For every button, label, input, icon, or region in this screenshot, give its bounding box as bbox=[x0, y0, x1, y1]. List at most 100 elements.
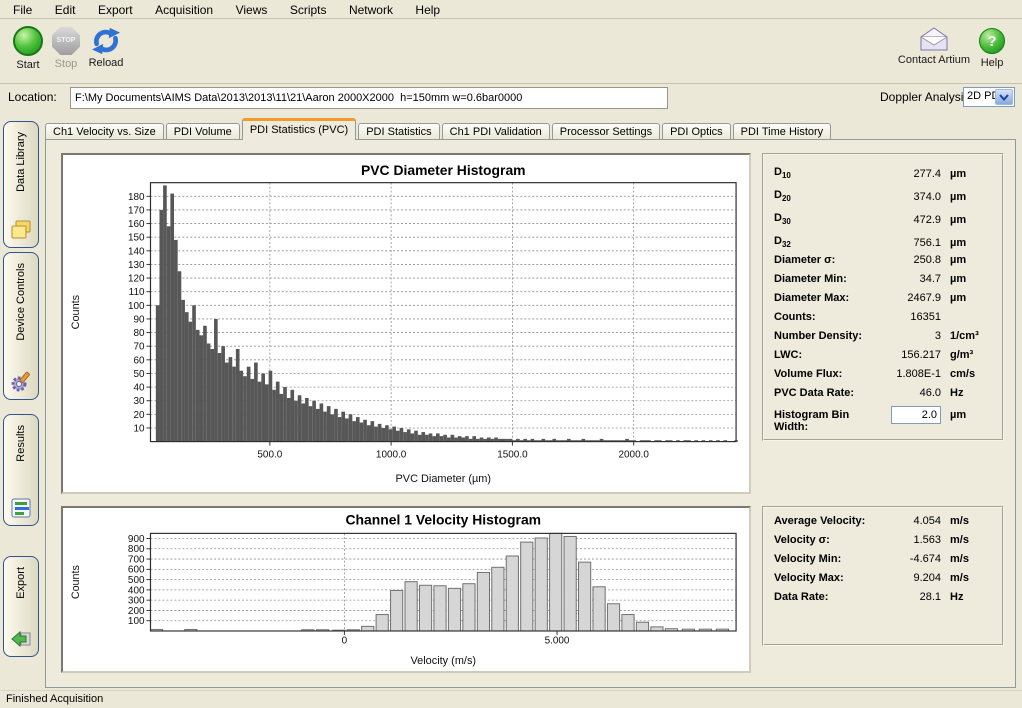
start-icon bbox=[13, 26, 43, 56]
pvc-diameter-histogram-chart: 1020304050607080901001101201301401501601… bbox=[63, 155, 749, 492]
tab-content-panel: 1020304050607080901001101201301401501601… bbox=[45, 139, 1016, 688]
svg-text:800: 800 bbox=[128, 544, 145, 555]
stat-row: Data Rate:28.1Hz bbox=[774, 591, 992, 610]
svg-text:400: 400 bbox=[128, 585, 145, 596]
stop-label: Stop bbox=[48, 58, 84, 70]
velocity-histogram-panel: 10020030040050060070080090005.000Channel… bbox=[61, 506, 751, 673]
stat-label: PVC Data Rate: bbox=[774, 387, 879, 399]
results-label: Results bbox=[15, 425, 27, 462]
stat-label: Data Rate: bbox=[774, 591, 879, 603]
svg-text:180: 180 bbox=[128, 192, 145, 203]
stat-value: 3 bbox=[879, 330, 941, 342]
stat-row: D32756.1µm bbox=[774, 231, 992, 254]
menu-help[interactable]: Help bbox=[406, 1, 449, 20]
stat-row: Volume Flux:1.808E-1cm/s bbox=[774, 368, 992, 387]
svg-text:PVC Diameter Histogram: PVC Diameter Histogram bbox=[361, 162, 526, 178]
help-icon: ? bbox=[979, 28, 1005, 54]
contact-artium-button[interactable]: Contact Artium bbox=[896, 26, 972, 66]
menu-network[interactable]: Network bbox=[340, 1, 402, 20]
menu-edit[interactable]: Edit bbox=[46, 1, 85, 20]
stat-row: Diameter Max:2467.9µm bbox=[774, 292, 992, 311]
stat-value: 28.1 bbox=[879, 591, 941, 603]
stat-unit: µm bbox=[941, 273, 992, 285]
stat-unit: m/s bbox=[941, 534, 992, 546]
stat-unit: µm bbox=[941, 168, 992, 180]
data-library-label: Data Library bbox=[15, 132, 27, 192]
svg-text:150: 150 bbox=[128, 233, 145, 244]
stat-unit: m/s bbox=[941, 515, 992, 527]
svg-text:600: 600 bbox=[128, 565, 145, 576]
svg-text:500: 500 bbox=[128, 575, 145, 586]
stat-value: 16351 bbox=[879, 311, 941, 323]
chevron-down-icon[interactable] bbox=[995, 89, 1013, 105]
stat-label: Diameter Max: bbox=[774, 292, 879, 304]
location-input[interactable] bbox=[70, 87, 668, 109]
velocity-statistics-panel: Average Velocity:4.054m/sVelocity σ:1.56… bbox=[762, 506, 1004, 646]
stat-value: 756.1 bbox=[879, 237, 941, 249]
svg-text:170: 170 bbox=[128, 205, 145, 216]
stat-row: Diameter σ:250.8µm bbox=[774, 254, 992, 273]
stat-value: 277.4 bbox=[879, 168, 941, 180]
svg-text:30: 30 bbox=[133, 396, 145, 407]
menu-scripts[interactable]: Scripts bbox=[281, 1, 336, 20]
svg-text:500.0: 500.0 bbox=[257, 449, 282, 460]
toolbar: Start STOP Stop Reload Contact Artium ? … bbox=[0, 20, 1022, 84]
pvc-statistics-panel: D10277.4µmD20374.0µmD30472.9µmD32756.1µm… bbox=[762, 153, 1004, 441]
svg-text:80: 80 bbox=[133, 328, 145, 339]
histogram-bin-width-input[interactable] bbox=[891, 406, 941, 424]
stat-row: Average Velocity:4.054m/s bbox=[774, 515, 992, 534]
stat-row: D20374.0µm bbox=[774, 185, 992, 208]
menu-bar: File Edit Export Acquisition Views Scrip… bbox=[0, 0, 1022, 19]
svg-text:160: 160 bbox=[128, 219, 145, 230]
stat-value: -4.674 bbox=[879, 553, 941, 565]
application-window: { "menu": { "items": ["File","Edit","Exp… bbox=[0, 0, 1022, 708]
stat-row: D10277.4µm bbox=[774, 162, 992, 185]
sidebar-item-export[interactable]: Export bbox=[3, 556, 39, 657]
menu-export[interactable]: Export bbox=[89, 1, 142, 20]
status-text: Finished Acquisition bbox=[6, 693, 103, 705]
sidebar-item-data-library[interactable]: Data Library bbox=[3, 121, 39, 248]
stat-unit: Hz bbox=[941, 387, 992, 399]
doppler-analysis-label: Doppler Analysis: bbox=[880, 90, 973, 104]
svg-text:110: 110 bbox=[129, 287, 145, 298]
stat-label: Counts: bbox=[774, 311, 879, 323]
reload-button[interactable]: Reload bbox=[84, 26, 128, 69]
menu-views[interactable]: Views bbox=[227, 1, 277, 20]
stat-unit: µm bbox=[941, 254, 992, 266]
stat-unit: µm bbox=[941, 292, 992, 304]
doppler-analysis-select[interactable]: 2D PDI bbox=[963, 87, 1015, 107]
svg-text:120: 120 bbox=[128, 274, 145, 285]
stat-unit: µm bbox=[941, 191, 992, 203]
svg-text:140: 140 bbox=[128, 246, 145, 257]
stat-row: Number Density:31/cm³ bbox=[774, 330, 992, 349]
help-button[interactable]: ? Help bbox=[974, 26, 1010, 69]
contact-artium-label: Contact Artium bbox=[896, 54, 972, 66]
stat-value bbox=[879, 406, 941, 424]
svg-text:20: 20 bbox=[133, 410, 145, 421]
stat-label: D32 bbox=[774, 235, 879, 249]
stat-value: 1.808E-1 bbox=[879, 368, 941, 380]
menu-acquisition[interactable]: Acquisition bbox=[146, 1, 222, 20]
menu-file[interactable]: File bbox=[4, 1, 41, 20]
sidebar-item-device-controls[interactable]: Device Controls bbox=[3, 252, 39, 400]
svg-text:40: 40 bbox=[133, 383, 145, 394]
stat-label: Histogram Bin Width: bbox=[774, 409, 879, 433]
stat-value: 472.9 bbox=[879, 214, 941, 226]
stat-row: Velocity Max:9.204m/s bbox=[774, 572, 992, 591]
sidebar-item-results[interactable]: Results bbox=[3, 414, 39, 526]
svg-text:10: 10 bbox=[133, 423, 145, 434]
stop-button[interactable]: STOP Stop bbox=[48, 26, 84, 70]
stat-value: 34.7 bbox=[879, 273, 941, 285]
svg-text:130: 130 bbox=[128, 260, 145, 271]
stat-label: LWC: bbox=[774, 349, 879, 361]
folders-icon bbox=[9, 218, 33, 242]
stat-value: 374.0 bbox=[879, 191, 941, 203]
svg-text:90: 90 bbox=[133, 314, 145, 325]
stat-unit: Hz bbox=[941, 591, 992, 603]
start-button[interactable]: Start bbox=[8, 26, 48, 71]
stat-label: Number Density: bbox=[774, 330, 879, 342]
stat-unit: 1/cm³ bbox=[941, 330, 992, 342]
svg-text:Counts: Counts bbox=[70, 565, 82, 600]
svg-text:60: 60 bbox=[133, 355, 145, 366]
tab-pdi-statistics-pvc-[interactable]: PDI Statistics (PVC) bbox=[242, 118, 356, 140]
